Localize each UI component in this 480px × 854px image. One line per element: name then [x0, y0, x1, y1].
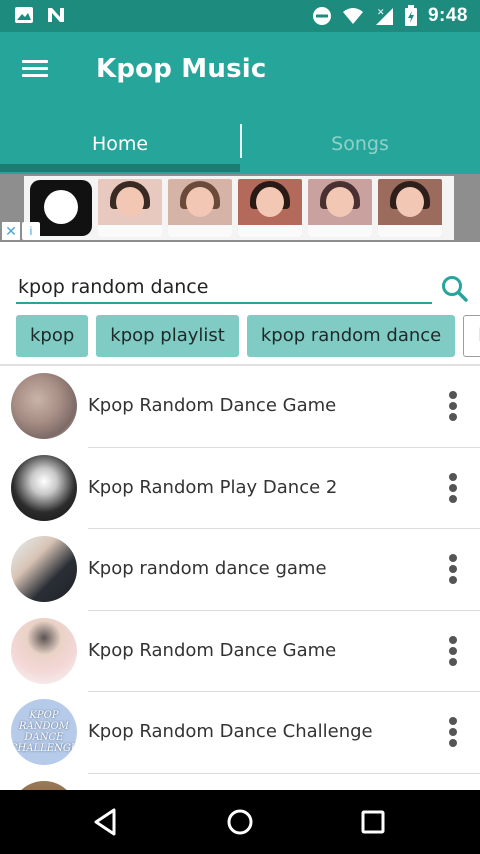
results-list: Kpop Random Dance Game Kpop Random Play …	[0, 366, 480, 790]
more-options-icon[interactable]	[440, 388, 466, 426]
hamburger-menu-icon[interactable]	[22, 56, 54, 88]
item-title: Kpop Random Play Dance 2	[88, 476, 338, 498]
svg-text:✕: ✕	[377, 8, 385, 18]
recents-icon[interactable]	[357, 806, 389, 838]
tab-songs[interactable]: Songs	[240, 114, 480, 174]
status-bar: ✕ 9:48	[0, 0, 480, 32]
item-title: Kpop Random Dance Game	[88, 395, 337, 416]
ad-content[interactable]	[24, 176, 454, 240]
navigation-bar	[0, 790, 480, 854]
item-title: Kpop Random Dance Challenge	[88, 721, 373, 742]
ad-thumbnail	[308, 179, 372, 237]
app-title: Kpop Music	[96, 54, 267, 84]
more-options-icon[interactable]	[440, 633, 466, 671]
video-thumbnail	[11, 536, 77, 602]
do-not-disturb-icon	[312, 7, 331, 25]
app-bar: Kpop Music	[0, 32, 480, 114]
n-icon	[48, 8, 64, 22]
tab-divider	[240, 124, 242, 158]
ad-banner[interactable]: ✕ i	[0, 174, 480, 242]
video-thumbnail: KPOP RANDOM DANCE CHALLENGE	[11, 699, 77, 765]
list-item[interactable]: Kpop Random Play Dance 2	[0, 448, 480, 529]
item-title: Kpop Random Dance Game	[88, 639, 337, 661]
ad-thumbnail	[378, 179, 442, 237]
ad-thumbnail	[168, 179, 232, 237]
more-options-icon[interactable]	[440, 470, 466, 508]
search-input[interactable]	[16, 272, 432, 304]
list-item[interactable]: KPOP RANDOM DANCE CHALLENGE Kpop Random …	[0, 692, 480, 774]
chip-kpop[interactable]: kpop	[16, 315, 89, 357]
chip-partial[interactable]: kp	[463, 315, 480, 357]
suggestion-chips: kpopkpop playlistkpop random dancekp	[16, 315, 480, 357]
ad-info-icon[interactable]: i	[22, 222, 40, 240]
back-icon[interactable]	[90, 806, 122, 838]
video-thumbnail	[11, 780, 77, 790]
more-options-icon[interactable]	[440, 714, 466, 752]
list-item[interactable]: Kpop Random Dance Game	[0, 366, 480, 448]
video-thumbnail	[11, 454, 77, 521]
image-icon	[15, 7, 33, 23]
video-thumbnail	[11, 617, 77, 684]
home-icon[interactable]	[224, 806, 256, 838]
ad-close-icon[interactable]: ✕	[2, 222, 20, 240]
list-item[interactable]: Kpop random dance game	[0, 529, 480, 611]
list-item[interactable]	[0, 774, 480, 790]
ad-thumbnail	[98, 179, 162, 237]
item-title: Kpop random dance game	[88, 558, 327, 579]
search-icon[interactable]	[440, 274, 470, 304]
more-options-icon[interactable]	[440, 551, 466, 589]
signal-icon: ✕	[375, 8, 393, 25]
chip-kpop-playlist[interactable]: kpop playlist	[96, 315, 239, 357]
status-time: 9:48	[427, 5, 468, 26]
wifi-icon	[342, 8, 363, 24]
chip-kpop-random-dance[interactable]: kpop random dance	[246, 315, 456, 357]
ad-thumbnail	[238, 179, 302, 237]
battery-icon	[404, 5, 417, 26]
video-thumbnail	[11, 373, 77, 439]
tab-indicator	[0, 164, 240, 172]
list-item[interactable]: Kpop Random Dance Game	[0, 611, 480, 692]
